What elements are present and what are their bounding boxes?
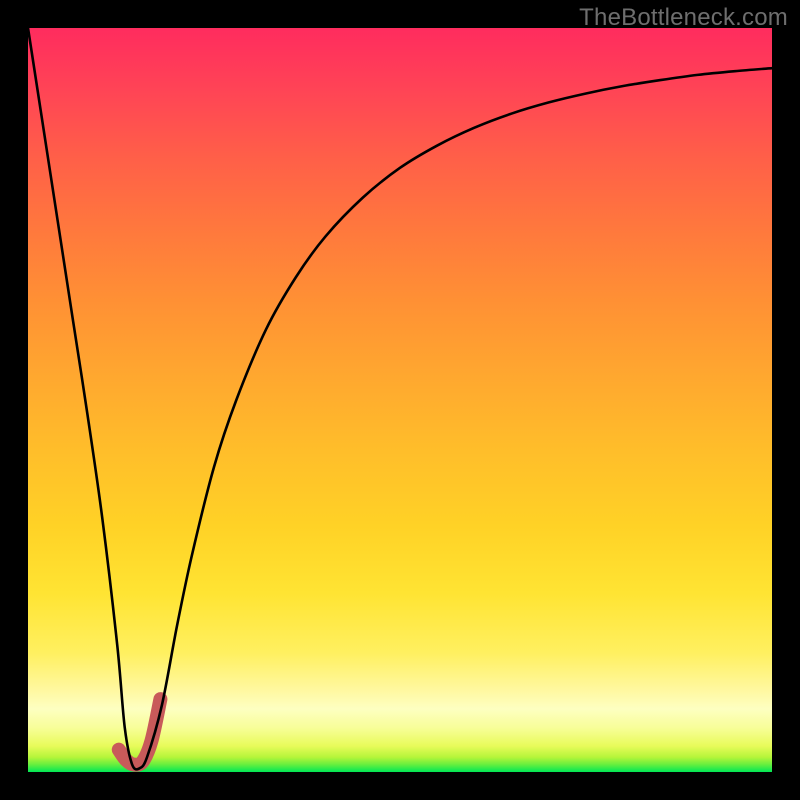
chart-frame: TheBottleneck.com [0,0,800,800]
watermark-text: TheBottleneck.com [579,4,788,32]
plot-area [28,28,772,772]
chart-svg [28,28,772,772]
bottleneck-curve [28,28,772,769]
